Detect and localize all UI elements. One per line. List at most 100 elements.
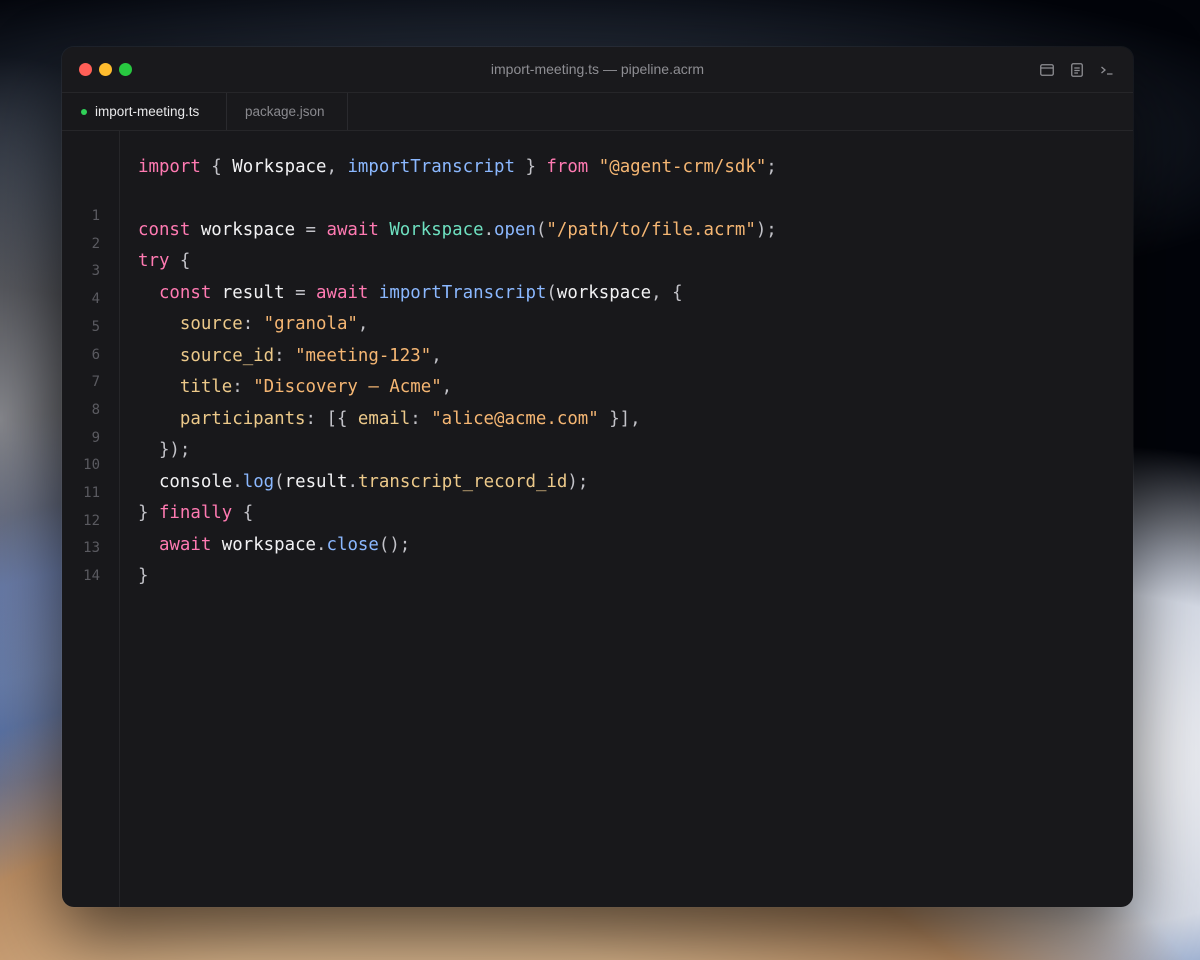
- tab-bar: import-meeting.ts package.json: [62, 93, 1133, 131]
- function-token: importTranscript: [347, 157, 515, 177]
- punctuation-token: [588, 157, 598, 177]
- line-number: 8: [91, 401, 100, 418]
- string-token: "@agent-crm/sdk": [598, 157, 767, 177]
- editor-window: import-meeting.ts — pipeline.acrm import…: [62, 47, 1133, 907]
- punctuation-token: ();: [378, 535, 411, 555]
- string-token: "granola": [263, 314, 358, 334]
- line-number: 7: [91, 374, 100, 391]
- terminal-icon[interactable]: [1098, 61, 1116, 79]
- punctuation-token: }: [514, 157, 547, 177]
- punctuation-token: :: [274, 346, 296, 366]
- punctuation-token: }: [138, 566, 149, 586]
- punctuation-token: [138, 472, 159, 492]
- line-number: 4: [91, 291, 100, 308]
- punctuation-token: (: [535, 220, 547, 240]
- code-line: await workspace.close();: [138, 533, 410, 557]
- punctuation-token: .: [316, 535, 327, 555]
- punctuation-token: (: [274, 472, 285, 492]
- punctuation-token: , {: [651, 283, 683, 303]
- property-token: source: [179, 314, 243, 334]
- punctuation-token: {: [200, 157, 233, 177]
- keyword-token: try: [138, 251, 170, 271]
- tab-label: import-meeting.ts: [95, 104, 200, 119]
- line-number: 9: [91, 429, 100, 446]
- keyword-token: await: [158, 535, 212, 555]
- keyword-token: const: [138, 220, 191, 240]
- code-line: try {: [138, 249, 190, 273]
- keyword-token: const: [158, 283, 212, 303]
- string-token: "/path/to/file.acrm": [546, 220, 756, 240]
- punctuation-token: [138, 346, 180, 366]
- punctuation-token: [368, 283, 378, 303]
- code-line: import { Workspace, importTranscript } f…: [138, 155, 777, 179]
- sidebar-layout-icon[interactable]: [1038, 61, 1056, 79]
- code-line: source: "granola",: [138, 312, 369, 336]
- class-token: Workspace: [389, 220, 484, 240]
- code-line: const workspace = await Workspace.open("…: [138, 218, 777, 242]
- punctuation-token: }],: [598, 409, 641, 429]
- string-token: "alice@acme.com": [431, 409, 599, 429]
- line-number: 14: [83, 568, 100, 585]
- punctuation-token: );: [567, 472, 589, 492]
- string-token: "meeting-123": [295, 346, 432, 366]
- punctuation-token: );: [755, 220, 777, 240]
- document-outline-icon[interactable]: [1068, 61, 1086, 79]
- identifier-token: workspace: [556, 283, 652, 303]
- code-line: const result = await importTranscript(wo…: [138, 281, 683, 305]
- keyword-token: finally: [158, 503, 233, 523]
- identifier-token: Workspace: [232, 157, 327, 177]
- line-number-gutter: 1 2 3 4 5 6 7 8 9 10 11 12 13 14: [62, 131, 120, 907]
- line-number: 5: [91, 318, 100, 335]
- punctuation-token: }: [138, 503, 159, 523]
- line-number: 3: [91, 263, 100, 280]
- line-number: 2: [91, 235, 100, 252]
- function-token: close: [326, 535, 379, 555]
- punctuation-token: :: [410, 409, 432, 429]
- code-line: } finally {: [138, 501, 253, 525]
- identifier-token: workspace: [211, 535, 317, 555]
- code-line: }: [138, 564, 148, 588]
- punctuation-token: [138, 409, 180, 429]
- property-token: source_id: [179, 346, 275, 366]
- string-token: "Discovery — Acme": [253, 377, 442, 397]
- property-token: participants: [179, 409, 306, 429]
- title-bar: import-meeting.ts — pipeline.acrm: [62, 47, 1133, 93]
- code-line: console.log(result.transcript_record_id)…: [138, 470, 588, 494]
- punctuation-token: ,: [441, 377, 453, 397]
- punctuation-token: : [{: [305, 409, 358, 429]
- function-token: open: [494, 220, 536, 240]
- code-line: });: [138, 438, 190, 462]
- punctuation-token: (: [546, 283, 557, 303]
- line-number: 12: [83, 512, 100, 529]
- property-token: title: [179, 377, 233, 397]
- tab-package-json[interactable]: package.json: [227, 93, 348, 130]
- function-token: log: [242, 472, 275, 492]
- line-number: 13: [83, 540, 100, 557]
- punctuation-token: });: [138, 440, 191, 460]
- punctuation-token: ;: [766, 157, 777, 177]
- line-number: 11: [83, 485, 100, 501]
- identifier-token: workspace: [190, 220, 306, 240]
- identifier-token: result: [284, 472, 348, 492]
- punctuation-token: ,: [326, 157, 348, 177]
- punctuation-token: [138, 314, 180, 334]
- punctuation-token: :: [242, 314, 264, 334]
- tab-label: package.json: [245, 104, 325, 119]
- function-token: importTranscript: [378, 283, 547, 303]
- modified-indicator-icon: [81, 109, 87, 115]
- punctuation-token: =: [295, 283, 317, 303]
- window-title: import-meeting.ts — pipeline.acrm: [490, 61, 705, 77]
- keyword-token: import: [138, 157, 201, 177]
- line-number: 1: [91, 208, 100, 224]
- punctuation-token: [138, 377, 180, 397]
- identifier-token: console: [158, 472, 233, 492]
- code-line: participants: [{ email: "alice@acme.com"…: [138, 407, 641, 431]
- punctuation-token: ,: [431, 346, 442, 366]
- punctuation-token: [138, 535, 159, 555]
- tab-import-meeting[interactable]: import-meeting.ts: [62, 93, 227, 130]
- punctuation-token: [138, 283, 159, 303]
- property-token: email: [357, 409, 411, 429]
- code-line: source_id: "meeting-123",: [138, 344, 442, 368]
- keyword-token: await: [326, 220, 379, 240]
- keyword-token: from: [546, 157, 589, 177]
